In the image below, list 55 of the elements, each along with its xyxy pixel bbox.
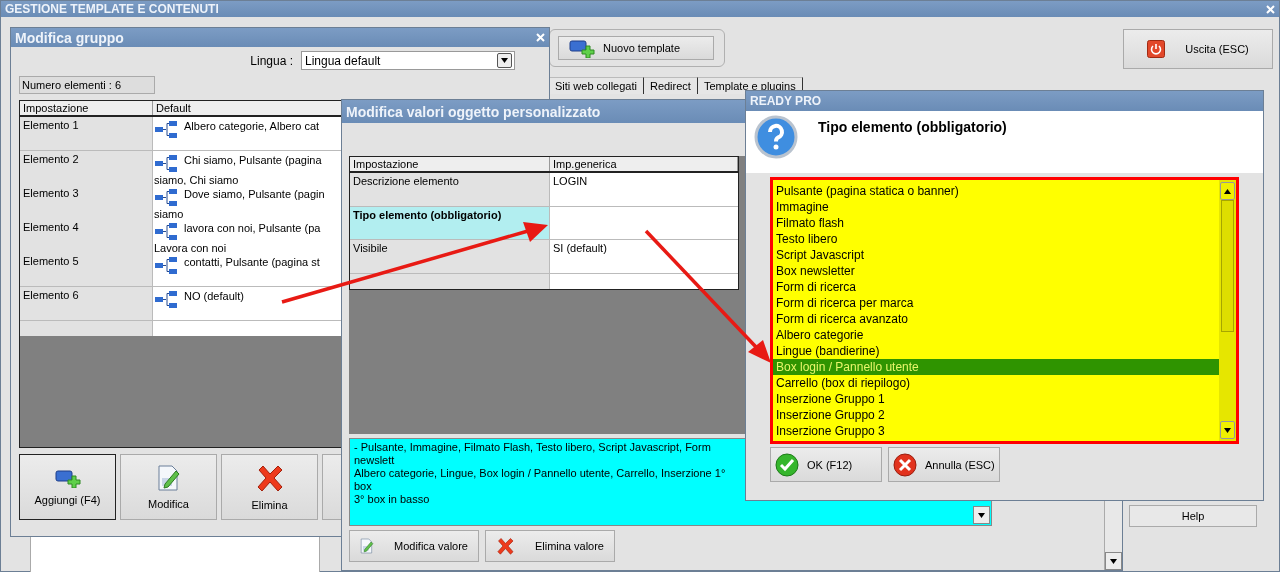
list-item[interactable]: Form di ricerca bbox=[773, 279, 1219, 295]
list-item[interactable]: Immagine bbox=[773, 199, 1219, 215]
new-template-button[interactable]: Nuovo template bbox=[558, 36, 714, 60]
tab[interactable]: Redirect bbox=[643, 77, 698, 94]
action-button[interactable]: Modifica valore bbox=[349, 530, 479, 562]
tab[interactable]: Siti web collegati bbox=[549, 77, 644, 94]
table-cell[interactable]: LOGIN bbox=[550, 173, 738, 206]
list-item[interactable]: Inserzione Gruppo 1 bbox=[773, 391, 1219, 407]
action-button[interactable]: Elimina valore bbox=[485, 530, 615, 562]
table-cell-text: Albero categorie, Albero cat bbox=[184, 120, 320, 132]
list-item[interactable]: Script Javascript bbox=[773, 247, 1219, 263]
language-label: Lingua : bbox=[250, 53, 293, 68]
column-header: Impostazione bbox=[20, 101, 153, 115]
list-item[interactable]: Box newsletter bbox=[773, 263, 1219, 279]
table-cell-text: contatti, Pulsante (pagina st bbox=[184, 256, 320, 268]
dialog-title: READY PRO bbox=[750, 94, 822, 108]
list-item[interactable]: Testo libero bbox=[773, 231, 1219, 247]
table-cell-text: NO (default) bbox=[184, 290, 244, 302]
element-count: Numero elementi : 6 bbox=[19, 76, 155, 94]
list-item[interactable]: Albero categorie bbox=[773, 327, 1219, 343]
dialog-button[interactable]: OK (F12) bbox=[770, 447, 882, 482]
language-dropdown[interactable]: Lingua default bbox=[301, 51, 515, 70]
table-cell-text: Chi siamo, Pulsante (pagina bbox=[184, 154, 322, 166]
window-title: GESTIONE TEMPLATE E CONTENUTI bbox=[5, 2, 219, 16]
table-cell[interactable]: SI (default) bbox=[550, 240, 738, 274]
table-cell[interactable]: Descrizione elemento bbox=[350, 173, 550, 206]
dialog-title: Modifica gruppo bbox=[15, 29, 124, 46]
table-cell-text: Lavora con noi bbox=[154, 242, 227, 254]
description-text: Albero categorie, Lingue, Box login / Pannello utente, Carrello, Inserzione 1° box bbox=[354, 467, 727, 493]
table-cell-text: lavora con noi, Pulsante (pa bbox=[184, 222, 321, 234]
list-item[interactable]: Carrello (box di riepilogo) bbox=[773, 375, 1219, 391]
table-cell-text: siamo, Chi siamo bbox=[154, 174, 239, 186]
description-text: - Pulsante, Immagine, Filmato Flash, Testo libero, Script Javascript, Form newslett bbox=[354, 441, 712, 467]
list-item[interactable]: Inserzione Gruppo 2 bbox=[773, 407, 1219, 423]
column-header: Imp.generica bbox=[550, 157, 738, 171]
column-header: Impostazione bbox=[350, 157, 550, 171]
list-item[interactable]: Form di ricerca avanzato bbox=[773, 311, 1219, 327]
dialog-button[interactable]: Annulla (ESC) bbox=[888, 447, 1000, 482]
toolbar-button[interactable]: Elimina bbox=[221, 454, 318, 520]
table-cell: Elemento 1 bbox=[20, 117, 153, 150]
table-cell-text: siamo bbox=[154, 208, 184, 220]
table-cell-text: Dove siamo, Pulsante (pagin bbox=[184, 188, 325, 200]
list-item[interactable]: Form di ricerca per marca bbox=[773, 295, 1219, 311]
table-cell: Elemento 6 bbox=[20, 287, 153, 320]
exit-button[interactable]: Uscita (ESC) bbox=[1123, 29, 1273, 69]
list-item[interactable]: Pulsante (pagina statica o banner) bbox=[773, 183, 1219, 199]
list-item[interactable]: Lingue (bandierine) bbox=[773, 343, 1219, 359]
help-button[interactable]: Help bbox=[1129, 505, 1257, 527]
table-cell[interactable]: Visibile bbox=[350, 240, 550, 274]
list-item[interactable]: Filmato flash bbox=[773, 215, 1219, 231]
toolbar-button[interactable]: Modifica bbox=[120, 454, 217, 520]
list-item[interactable]: Inserzione Gruppo 3 bbox=[773, 423, 1219, 439]
toolbar-button[interactable]: Aggiungi (F4) bbox=[19, 454, 116, 520]
dialog-question: Tipo elemento (obbligatorio) bbox=[818, 118, 1007, 137]
description-text: 3° box in basso bbox=[354, 493, 431, 506]
